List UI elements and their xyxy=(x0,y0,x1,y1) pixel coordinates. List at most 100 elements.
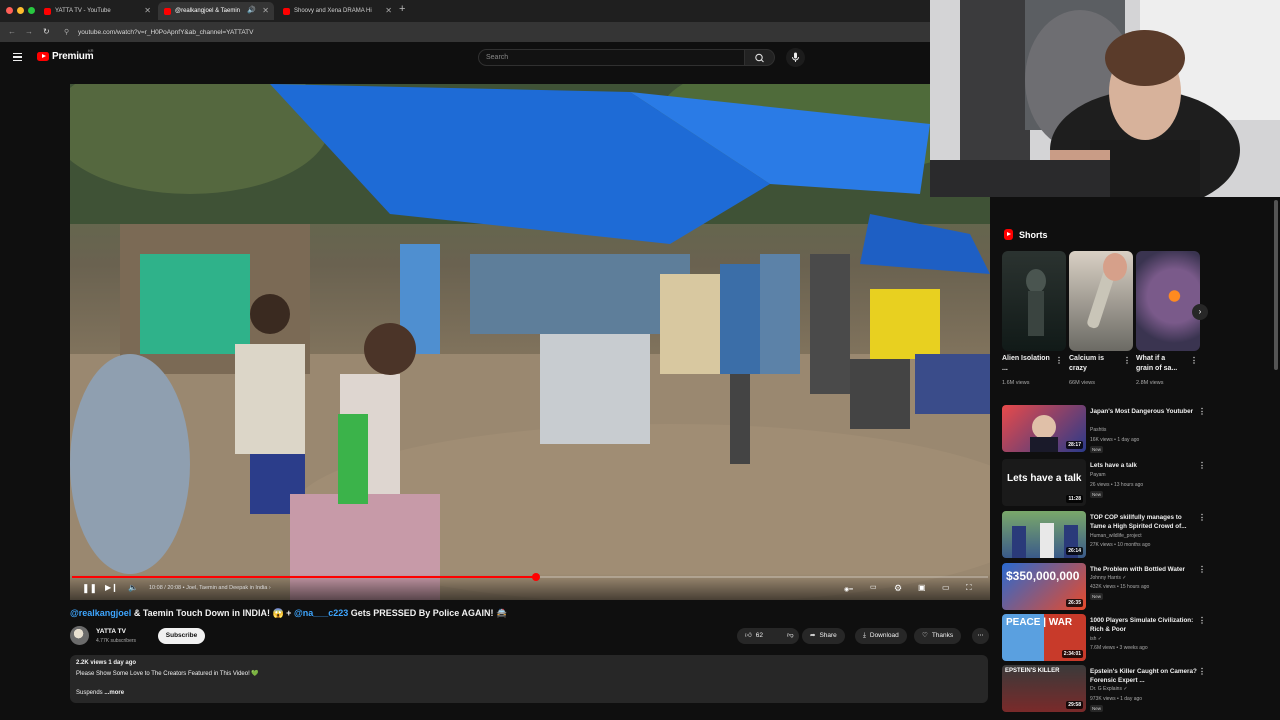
recommended-video[interactable]: EPSTEIN'S KILLER 29:58 Epstein's Killer … xyxy=(1002,665,1214,715)
short-title[interactable]: Calcium is crazy xyxy=(1069,354,1117,374)
video-thumbnail[interactable]: $350,000,000 26:35 xyxy=(1002,563,1086,610)
short-title[interactable]: Alien Isolation ... xyxy=(1002,354,1050,374)
channel-name[interactable]: YATTA TV xyxy=(96,628,126,635)
video-menu-icon[interactable]: ⋮ xyxy=(1198,513,1206,522)
video-title[interactable]: Lets have a talk xyxy=(1090,461,1198,470)
thumbnail-text: Lets have a talk xyxy=(1007,473,1082,484)
mention-link[interactable]: @realkangjoel xyxy=(70,608,131,618)
new-badge: New xyxy=(1090,491,1104,498)
autoplay-toggle[interactable]: ◉━ xyxy=(844,586,853,593)
video-thumbnail[interactable]: EPSTEIN'S KILLER 29:58 xyxy=(1002,665,1086,712)
sidebar-scrollbar[interactable] xyxy=(1274,200,1278,370)
video-menu-icon[interactable]: ⋮ xyxy=(1198,461,1206,470)
voice-search-button[interactable] xyxy=(786,48,805,67)
fullscreen-icon[interactable]: ⛶ xyxy=(966,583,972,593)
short-menu-icon[interactable]: ⋮ xyxy=(1123,356,1131,365)
reload-icon[interactable]: ↻ xyxy=(43,27,50,36)
video-title[interactable]: TOP COP skillfully manages to Tame a Hig… xyxy=(1090,513,1198,531)
browser-tab[interactable]: YATTA TV - YouTube ✕ xyxy=(38,2,156,20)
streamer-webcam-overlay xyxy=(930,0,1280,197)
video-menu-icon[interactable]: ⋮ xyxy=(1198,616,1206,625)
description-box[interactable] xyxy=(70,655,988,703)
video-meta: 432K views • 15 hours ago xyxy=(1090,584,1150,590)
hamburger-menu-icon[interactable] xyxy=(13,53,22,61)
close-window-icon[interactable] xyxy=(6,7,13,14)
back-icon[interactable]: ← xyxy=(8,27,16,36)
close-tab-icon[interactable]: ✕ xyxy=(144,6,151,15)
video-menu-icon[interactable]: ⋮ xyxy=(1198,667,1206,676)
description-text: Please Show Some Love to The Creators Fe… xyxy=(76,671,259,677)
subtitles-icon[interactable]: ▭ xyxy=(870,583,877,591)
video-thumbnail[interactable]: 28:17 xyxy=(1002,405,1086,452)
show-more-link[interactable]: ...more xyxy=(104,690,124,696)
theater-mode-icon[interactable]: ▭ xyxy=(942,583,950,592)
channel-name[interactable]: Human_wildlife_project xyxy=(1090,533,1142,539)
more-actions-button[interactable]: ⋯ xyxy=(972,628,989,644)
like-button[interactable]: 👍︎ 62 xyxy=(737,628,771,644)
browser-tab[interactable]: Shoovy and Xena DRAMA Hi ✕ xyxy=(277,2,397,20)
close-tab-icon[interactable]: ✕ xyxy=(262,6,269,15)
video-meta: 973K views • 1 day ago xyxy=(1090,696,1143,702)
channel-name[interactable]: Payam xyxy=(1090,472,1106,478)
pause-button[interactable]: ❚❚ xyxy=(82,583,97,594)
new-badge: New xyxy=(1090,593,1104,600)
recommended-video[interactable]: 26:14 TOP COP skillfully manages to Tame… xyxy=(1002,511,1214,561)
video-title[interactable]: 1000 Players Simulate Civilization: Rich… xyxy=(1090,616,1198,634)
recommended-video[interactable]: 28:17 Japan's Most Dangerous Youtuber Pa… xyxy=(1002,405,1214,455)
channel-name[interactable]: Pashtis xyxy=(1090,427,1106,433)
new-tab-icon[interactable]: + xyxy=(399,3,405,15)
video-title[interactable]: Japan's Most Dangerous Youtuber xyxy=(1090,407,1198,416)
mention-link[interactable]: @na___c223 xyxy=(294,608,348,618)
time-display: 10:08 / 20:08 • Joel, Taemin and Deepak … xyxy=(149,585,271,591)
subscriber-count: 4.77K subscribers xyxy=(96,638,137,644)
speaker-icon[interactable]: 🔊 xyxy=(247,6,256,14)
video-menu-icon[interactable]: ⋮ xyxy=(1198,565,1206,574)
subscribe-button[interactable]: Subscribe xyxy=(158,628,205,644)
minimize-window-icon[interactable] xyxy=(17,7,24,14)
search-input[interactable]: Search xyxy=(478,49,745,66)
short-menu-icon[interactable]: ⋮ xyxy=(1055,356,1063,365)
short-thumbnail[interactable] xyxy=(1136,251,1200,351)
channel-name[interactable]: ish ✓ xyxy=(1090,636,1102,642)
close-tab-icon[interactable]: ✕ xyxy=(385,6,392,15)
recommended-video[interactable]: PEACE | WAR 2:34:01 1000 Players Simulat… xyxy=(1002,614,1214,664)
forward-icon[interactable]: → xyxy=(25,27,33,36)
recommended-video[interactable]: $350,000,000 26:35 The Problem with Bott… xyxy=(1002,563,1214,613)
video-duration: 28:17 xyxy=(1066,441,1083,449)
download-button[interactable]: ⤓ Download xyxy=(855,628,907,644)
short-title[interactable]: What if a grain of sa... xyxy=(1136,354,1184,374)
short-menu-icon[interactable]: ⋮ xyxy=(1190,356,1198,365)
share-button[interactable]: ➦ Share xyxy=(802,628,845,644)
url-field[interactable]: ⚲ youtube.com/watch?v=r_H0PoApnfY&ab_cha… xyxy=(64,26,924,39)
short-thumbnail[interactable] xyxy=(1069,251,1133,351)
video-menu-icon[interactable]: ⋮ xyxy=(1198,407,1206,416)
maximize-window-icon[interactable] xyxy=(28,7,35,14)
search-button[interactable] xyxy=(745,49,775,66)
thumbs-up-icon: 👍︎ xyxy=(745,632,752,639)
video-frame[interactable] xyxy=(70,84,990,600)
new-badge: New xyxy=(1090,705,1104,712)
miniplayer-icon[interactable]: ▣ xyxy=(918,583,926,592)
next-video-button[interactable]: ▶❙ xyxy=(105,583,118,592)
channel-avatar[interactable] xyxy=(70,626,89,645)
video-thumbnail[interactable]: PEACE | WAR 2:34:01 xyxy=(1002,614,1086,661)
short-thumbnail[interactable] xyxy=(1002,251,1066,351)
settings-gear-icon[interactable]: ⚙ xyxy=(894,583,902,594)
thanks-button[interactable]: ♡ Thanks xyxy=(914,628,962,644)
video-thumbnail[interactable]: 26:14 xyxy=(1002,511,1086,558)
chapter-title[interactable]: • Joel, Taemin and Deepak in India › xyxy=(183,585,271,591)
site-info-icon[interactable]: ⚲ xyxy=(64,26,69,39)
video-title[interactable]: The Problem with Bottled Water xyxy=(1090,565,1198,574)
youtube-logo-icon[interactable] xyxy=(37,52,49,61)
channel-name[interactable]: Johnny Harris ✓ xyxy=(1090,575,1126,581)
shorts-next-arrow-icon[interactable]: › xyxy=(1192,304,1208,320)
recommended-video[interactable]: Lets have a talk 11:28 Lets have a talk … xyxy=(1002,459,1214,509)
progress-bar[interactable] xyxy=(72,573,988,581)
browser-tab-active[interactable]: @realkangjoel & Taemin 🔊 ✕ xyxy=(158,2,274,20)
dislike-button[interactable]: 👎︎ xyxy=(779,628,802,644)
volume-icon[interactable]: 🔈 xyxy=(128,583,138,592)
video-thumbnail[interactable]: Lets have a talk 11:28 xyxy=(1002,459,1086,506)
video-title[interactable]: Epstein's Killer Caught on Camera? Foren… xyxy=(1090,667,1198,685)
microphone-icon xyxy=(792,52,799,62)
channel-name[interactable]: Dr. G Explains ✓ xyxy=(1090,686,1128,692)
